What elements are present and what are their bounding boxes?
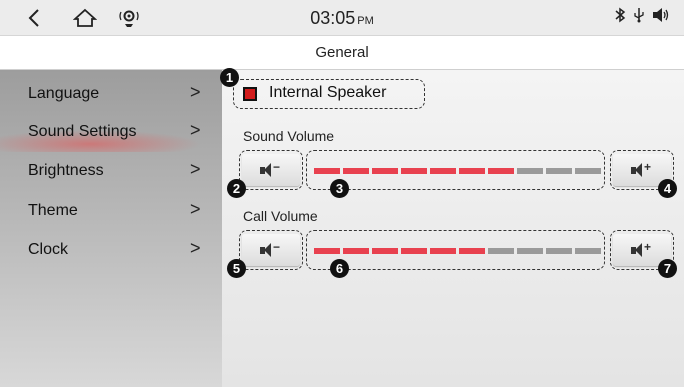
clock: 03:05 PM — [0, 8, 684, 29]
volume-segment — [430, 248, 456, 254]
callout-badge-4: 4 — [658, 179, 677, 198]
callout-badge-1: 1 — [220, 68, 239, 87]
clock-ampm: PM — [357, 15, 374, 27]
sidebar-item-label: Theme — [28, 202, 78, 219]
chevron-right-icon: > — [190, 82, 201, 102]
chevron-right-icon: > — [190, 199, 201, 219]
volume-segment — [314, 248, 340, 254]
clock-time: 03:05 — [310, 8, 356, 28]
sound-volume-down-button[interactable]: − — [242, 154, 300, 186]
bluetooth-icon — [614, 7, 626, 26]
volume-segment — [401, 248, 427, 254]
sidebar-item-brightness[interactable]: Brightness > — [0, 151, 222, 191]
sidebar: Language > Sound Settings > Brightness >… — [0, 70, 222, 387]
volume-segment — [372, 168, 398, 174]
sidebar-item-clock[interactable]: Clock > — [0, 230, 222, 270]
volume-segment — [401, 168, 427, 174]
speaker-plus-icon: + — [631, 160, 653, 177]
volume-segment — [430, 168, 456, 174]
volume-segment — [546, 248, 572, 254]
volume-segment — [343, 168, 369, 174]
volume-segment — [459, 168, 485, 174]
volume-segment — [546, 168, 572, 174]
sidebar-item-theme[interactable]: Theme > — [0, 191, 222, 231]
volume-segment — [314, 168, 340, 174]
usb-icon — [632, 7, 646, 26]
speaker-minus-icon: − — [260, 160, 282, 177]
volume-segment — [459, 248, 485, 254]
internal-speaker-label: Internal Speaker — [269, 84, 387, 101]
speaker-plus-icon: + — [631, 240, 653, 257]
call-volume-slider[interactable] — [314, 248, 601, 254]
volume-segment — [488, 168, 514, 174]
chevron-right-icon: > — [190, 238, 201, 258]
callout-badge-3: 3 — [330, 179, 349, 198]
internal-speaker-checkbox[interactable] — [243, 87, 257, 101]
callout-badge-7: 7 — [658, 259, 677, 278]
volume-segment — [343, 248, 369, 254]
volume-segment — [517, 168, 543, 174]
speaker-minus-icon: − — [260, 240, 282, 257]
status-bar: 03:05 PM — [0, 0, 684, 36]
volume-segment — [575, 248, 601, 254]
sound-volume-label: Sound Volume — [243, 128, 335, 144]
page-title: General — [0, 36, 684, 70]
volume-segment — [575, 168, 601, 174]
sidebar-item-label: Language — [28, 85, 100, 102]
callout-badge-5: 5 — [227, 259, 246, 278]
sound-volume-slider[interactable] — [314, 168, 601, 174]
chevron-right-icon: > — [190, 120, 201, 140]
call-volume-down-button[interactable]: − — [242, 234, 300, 266]
sidebar-item-label: Brightness — [28, 162, 104, 179]
volume-segment — [488, 248, 514, 254]
sidebar-item-language[interactable]: Language > — [0, 74, 222, 114]
sound-settings-panel: Internal Speaker 1 Sound Volume − 2 3 + … — [220, 68, 684, 387]
sidebar-item-sound-settings[interactable]: Sound Settings > — [0, 112, 222, 152]
call-volume-label: Call Volume — [243, 208, 318, 224]
callout-badge-2: 2 — [227, 179, 246, 198]
callout-badge-6: 6 — [330, 259, 349, 278]
volume-segment — [372, 248, 398, 254]
status-icons — [614, 7, 670, 26]
speaker-icon — [652, 7, 670, 26]
volume-segment — [517, 248, 543, 254]
sidebar-item-label: Clock — [28, 241, 69, 258]
sidebar-item-label: Sound Settings — [28, 123, 137, 140]
chevron-right-icon: > — [190, 159, 201, 179]
